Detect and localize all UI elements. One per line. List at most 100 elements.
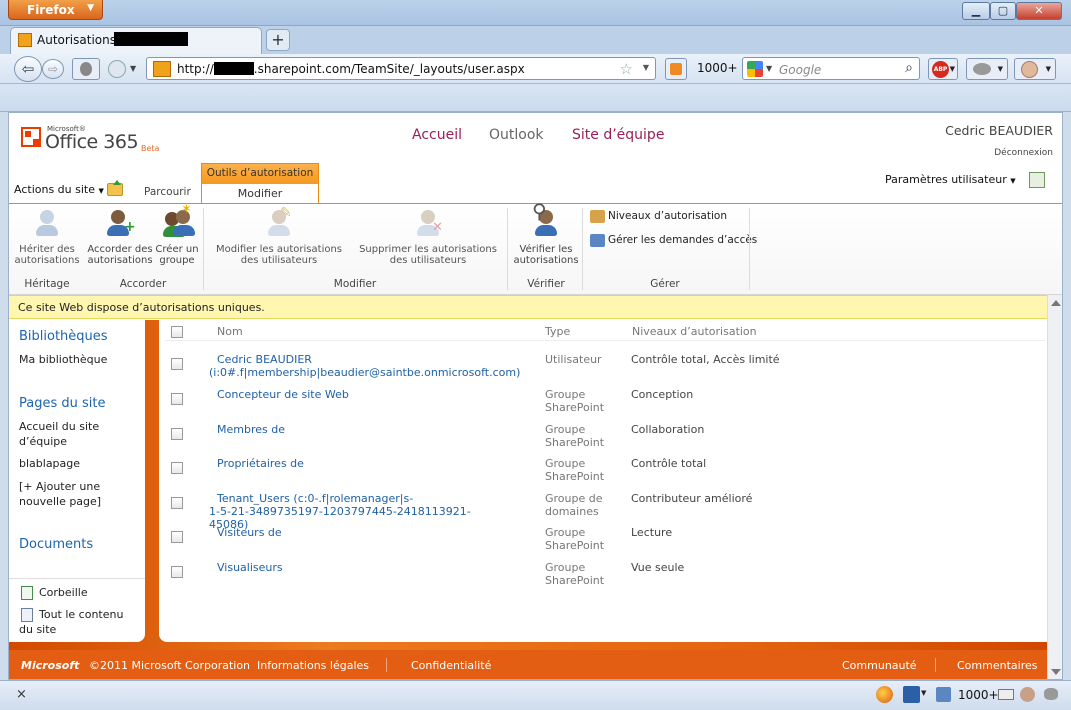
principal-type: Groupe SharePoint bbox=[545, 388, 625, 414]
nav-item-my-library[interactable]: Ma bibliothèque bbox=[19, 352, 107, 367]
firebug-button[interactable]: ▼ bbox=[966, 58, 1008, 80]
rss-status-icon[interactable] bbox=[936, 687, 951, 702]
google-icon bbox=[747, 61, 763, 77]
bookmark-star-icon[interactable]: ☆ bbox=[620, 60, 633, 78]
excel-settings-icon[interactable] bbox=[1029, 172, 1045, 188]
mail-icon[interactable] bbox=[998, 689, 1014, 700]
new-tab-button[interactable]: + bbox=[266, 29, 290, 51]
nav-heading-libraries[interactable]: Bibliothèques bbox=[19, 329, 108, 344]
monkey-status-icon[interactable] bbox=[1020, 687, 1035, 702]
nav-item-blablapage[interactable]: blablapage bbox=[19, 456, 80, 471]
search-engine-dropdown-icon[interactable]: ▼ bbox=[766, 64, 772, 73]
row-checkbox[interactable] bbox=[171, 358, 183, 370]
user-settings-menu[interactable]: Paramètres utilisateur ▼ bbox=[885, 173, 1016, 186]
close-window-button[interactable]: ✕ bbox=[1016, 2, 1062, 20]
tab-browse[interactable]: Parcourir bbox=[144, 186, 191, 198]
principal-name-link[interactable]: Cedric BEAUDIER (i:0#.f|membership|beaudi… bbox=[209, 353, 520, 379]
nav-item-team-site-home[interactable]: Accueil du site d’équipe bbox=[19, 419, 119, 449]
access-requests-button[interactable]: Gérer les demandes d’accès bbox=[590, 234, 757, 247]
table-row[interactable]: Cedric BEAUDIER (i:0#.f|membership|beaudi… bbox=[165, 353, 1045, 387]
navigate-up-icon[interactable] bbox=[107, 180, 123, 196]
forward-button[interactable]: ⇨ bbox=[42, 59, 64, 79]
table-row[interactable]: Visiteurs de Groupe SharePoint Lecture bbox=[165, 526, 1045, 560]
inherit-permissions-button[interactable]: Hériter des autorisations bbox=[13, 208, 81, 266]
recycle-bin-label: Corbeille bbox=[39, 586, 88, 599]
row-checkbox[interactable] bbox=[171, 428, 183, 440]
greasemonkey-button[interactable]: ▼ bbox=[1014, 58, 1056, 80]
select-all-checkbox[interactable] bbox=[171, 326, 183, 338]
row-checkbox[interactable] bbox=[171, 497, 183, 509]
column-header-name[interactable]: Nom bbox=[217, 325, 243, 338]
search-box[interactable]: ▼ Google ⌕ bbox=[742, 57, 920, 80]
user-name[interactable]: Cedric BEAUDIER bbox=[945, 123, 1053, 138]
search-icon[interactable]: ⌕ bbox=[905, 60, 913, 76]
principal-name-link[interactable]: Concepteur de site Web bbox=[209, 388, 509, 401]
vertical-scrollbar[interactable] bbox=[1047, 295, 1062, 679]
table-row[interactable]: Visualiseurs Groupe SharePoint Vue seule bbox=[165, 561, 1045, 595]
bug-status-icon[interactable] bbox=[1044, 688, 1058, 700]
table-row[interactable]: Concepteur de site Web Groupe SharePoint Co… bbox=[165, 388, 1045, 422]
privacy-link[interactable]: Confidentialité bbox=[411, 659, 491, 672]
table-row[interactable]: Tenant_Users (c:0-.f|rolemanager|s- 1-5-2… bbox=[165, 492, 1045, 531]
recycle-bin-link[interactable]: Corbeille bbox=[19, 585, 88, 600]
microsoft-logo[interactable]: Microsoft bbox=[21, 659, 79, 672]
nav-item-add-page[interactable]: [+ Ajouter une nouvelle page] bbox=[19, 479, 119, 509]
nav-heading-site-pages[interactable]: Pages du site bbox=[19, 396, 105, 411]
scroll-up-icon bbox=[1051, 300, 1061, 306]
permission-levels-button[interactable]: Niveaux d’autorisation bbox=[590, 210, 727, 223]
column-header-levels[interactable]: Niveaux d’autorisation bbox=[632, 325, 757, 338]
topnav-team-site[interactable]: Site d’équipe bbox=[572, 127, 664, 143]
ribbon: Hériter des autorisations + Accorder des… bbox=[9, 201, 1062, 295]
site-actions-menu[interactable]: Actions du site ▼ bbox=[14, 183, 104, 196]
row-checkbox[interactable] bbox=[171, 462, 183, 474]
topnav-outlook[interactable]: Outlook bbox=[489, 127, 544, 143]
principal-name-link[interactable]: Visualiseurs bbox=[209, 561, 509, 574]
logout-link[interactable]: Déconnexion bbox=[994, 148, 1053, 158]
tab-edit[interactable]: Modifier bbox=[201, 182, 319, 204]
legal-link[interactable]: Informations légales bbox=[257, 659, 369, 672]
grant-permissions-button[interactable]: + Accorder des autorisations bbox=[87, 208, 153, 266]
topnav-home[interactable]: Accueil bbox=[412, 127, 462, 143]
nav-heading-documents[interactable]: Documents bbox=[19, 537, 93, 552]
url-history-dropdown-icon[interactable]: ▼ bbox=[643, 63, 649, 72]
all-site-content-link[interactable]: Tout le contenu du site bbox=[19, 607, 137, 637]
firefox-menu-button[interactable]: Firefox ▼ bbox=[8, 0, 103, 20]
row-checkbox[interactable] bbox=[171, 566, 183, 578]
group-label-check: Vérifier bbox=[527, 278, 565, 290]
speed-dial-button[interactable] bbox=[108, 60, 126, 78]
principal-name-link[interactable]: Membres de bbox=[209, 423, 509, 436]
create-group-button[interactable]: ✶ Créer un groupe bbox=[153, 203, 201, 266]
xmarks-icon[interactable] bbox=[903, 686, 920, 703]
check-permissions-button[interactable]: ⚲ Vérifier les autorisations bbox=[513, 201, 579, 266]
remove-permissions-icon: ✕ bbox=[412, 208, 444, 240]
column-header-type[interactable]: Type bbox=[545, 325, 570, 338]
chevron-down-icon[interactable]: ▼ bbox=[921, 689, 926, 697]
office365-logo[interactable]: Microsoft® Office 365 Beta bbox=[21, 125, 171, 155]
browser-tab[interactable]: Autorisations : bbox=[10, 27, 262, 54]
maximize-button[interactable]: ▢ bbox=[990, 2, 1016, 20]
close-findbar-button[interactable]: × bbox=[16, 687, 27, 702]
feedback-link[interactable]: Commentaires bbox=[957, 659, 1037, 672]
minimize-button[interactable]: ▁ bbox=[962, 2, 990, 20]
back-button[interactable]: ⇦ bbox=[14, 56, 42, 82]
group-label-grant: Accorder bbox=[119, 278, 167, 290]
firefox-status-icon[interactable] bbox=[876, 686, 893, 703]
address-bar[interactable]: http:// .sharepoint.com/TeamSite/_layouts… bbox=[146, 57, 656, 80]
row-checkbox[interactable] bbox=[171, 393, 183, 405]
remove-user-permissions-button[interactable]: ✕ Supprimer les autorisations des utilis… bbox=[352, 208, 504, 266]
page-footer: Microsoft ©2011 Microsoft Corporation In… bbox=[9, 650, 1047, 679]
create-group-icon: ✶ bbox=[161, 203, 195, 240]
speed-dial-dropdown-icon[interactable]: ▼ bbox=[130, 64, 136, 73]
status-feed-count: 1000+ bbox=[958, 688, 999, 702]
rss-feed-button[interactable] bbox=[665, 58, 687, 80]
principal-name-link[interactable]: Propriétaires de bbox=[209, 457, 509, 470]
table-row[interactable]: Propriétaires de Groupe SharePoint Contrôle… bbox=[165, 457, 1045, 491]
table-row[interactable]: Membres de Groupe SharePoint Collaboration bbox=[165, 423, 1045, 457]
toolbar-extension-button[interactable] bbox=[72, 58, 100, 80]
edit-user-permissions-button[interactable]: ✎ Modifier les autorisations des utilisa… bbox=[207, 206, 351, 266]
search-placeholder: Google bbox=[779, 63, 822, 77]
principal-name-link[interactable]: Visiteurs de bbox=[209, 526, 509, 539]
adblock-button[interactable]: ABP ▼ bbox=[928, 58, 958, 80]
row-checkbox[interactable] bbox=[171, 531, 183, 543]
community-link[interactable]: Communauté bbox=[842, 659, 917, 672]
